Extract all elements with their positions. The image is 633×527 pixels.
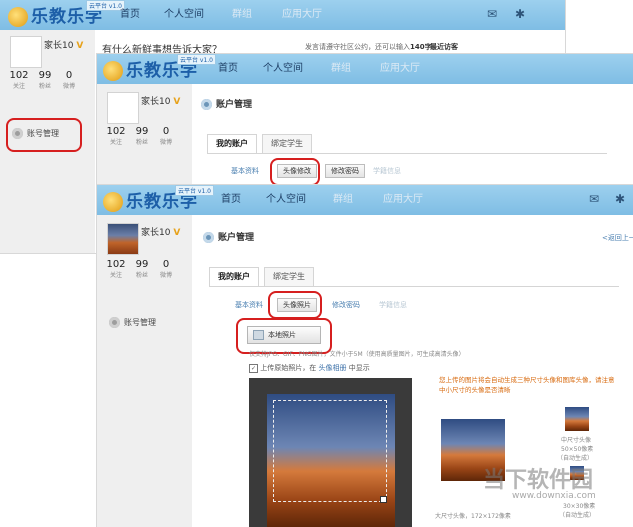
subtab-basic-info[interactable]: 基本资料 — [235, 300, 263, 310]
nav-personal[interactable]: 个人空间 — [266, 185, 306, 215]
stat-fans[interactable]: 99 粉丝 — [129, 126, 155, 146]
original-photo-option: ✓ 上传原始照片，在 头像相册 中显示 — [249, 363, 370, 373]
nav-apps[interactable]: 应用大厅 — [380, 54, 420, 84]
screenshot-layer-2: 乐教乐学 云平台 v1.0 首页 个人空间 群组 应用大厅 家长10 V 102… — [97, 54, 633, 190]
stat-fans[interactable]: 99 粉丝 — [32, 70, 58, 90]
nav-home[interactable]: 首页 — [221, 185, 241, 215]
highlight-circle-account — [6, 118, 82, 152]
sidebar: 家长10 V 102 关注 99 粉丝 0 微博 账号管理 — [97, 215, 192, 527]
logo-emblem-icon — [103, 61, 123, 81]
stat-posts[interactable]: 0 微博 — [153, 126, 179, 146]
top-nav-bar: 乐教乐学 云平台 v1.0 首页 个人空间 群组 应用大厅 ✉ ✱ — [0, 0, 565, 30]
version-badge: 云平台 v1.0 — [175, 185, 215, 196]
subtab-change-password[interactable]: 修改密码 — [325, 164, 365, 178]
stat-fans[interactable]: 99 粉丝 — [129, 259, 155, 279]
tab-bind-student[interactable]: 绑定学生 — [264, 267, 314, 287]
stat-posts[interactable]: 0 微博 — [56, 70, 82, 90]
tab-bind-student[interactable]: 绑定学生 — [262, 134, 312, 154]
vip-badge: V — [173, 97, 181, 107]
subtab-student-info[interactable]: 学籍信息 — [373, 166, 401, 176]
mail-icon[interactable]: ✉ — [589, 193, 603, 205]
tab-divider — [207, 153, 607, 154]
original-photo-checkbox[interactable]: ✓ — [249, 363, 258, 373]
stat-posts[interactable]: 0 微博 — [153, 259, 179, 279]
user-name[interactable]: 家长10 V — [141, 225, 180, 238]
vip-badge: V — [76, 41, 84, 51]
avatar[interactable] — [107, 223, 139, 255]
stat-following[interactable]: 102 关注 — [6, 70, 32, 90]
medium-avatar-caption: 中尺寸头像 — [561, 437, 592, 444]
account-settings-icon — [203, 232, 214, 243]
subtab-student-info[interactable]: 学籍信息 — [379, 300, 407, 310]
photo-crop-area[interactable] — [249, 378, 412, 527]
user-name[interactable]: 家长10 V — [141, 94, 180, 107]
small-avatar-size: 30×30像素 — [563, 503, 596, 510]
logo-emblem-icon — [8, 7, 28, 27]
gear-icon — [109, 317, 120, 328]
page-title: 账户管理 — [203, 230, 254, 243]
tab-my-account[interactable]: 我的账户 — [209, 267, 259, 287]
back-link[interactable]: <返回上一 — [602, 233, 633, 243]
version-badge: 云平台 v1.0 — [177, 54, 217, 65]
nav-apps[interactable]: 应用大厅 — [383, 185, 423, 215]
crop-resize-handle[interactable] — [380, 496, 387, 503]
mail-icon[interactable]: ✉ — [487, 8, 501, 20]
highlight-circle-avatar-photo — [268, 291, 322, 319]
stat-following[interactable]: 102 关注 — [103, 259, 129, 279]
account-settings-icon — [201, 99, 212, 110]
nav-group[interactable]: 群组 — [232, 0, 252, 30]
preview-description: 您上传的图片将会自动生成三种尺寸头像和图库头像，请注意中小尺寸的头像是否清晰 — [439, 376, 615, 394]
tab-divider — [209, 286, 619, 287]
nav-apps[interactable]: 应用大厅 — [282, 0, 322, 30]
avatar[interactable] — [10, 36, 42, 68]
top-nav-bar: 乐教乐学 云平台 v1.0 首页 个人空间 群组 应用大厅 — [97, 54, 633, 84]
user-name[interactable]: 家长10 V — [44, 38, 83, 51]
upload-hint: 仅支持JPG、GIF、PNG图片，文件小于5M（使用高质量图片，可生成高清头像） — [249, 351, 465, 358]
nav-personal[interactable]: 个人空间 — [164, 0, 204, 30]
stat-following[interactable]: 102 关注 — [103, 126, 129, 146]
crop-selection-box[interactable] — [273, 400, 387, 502]
logo-emblem-icon — [103, 192, 123, 212]
large-avatar-caption: 大尺寸头像，172×172像素 — [435, 513, 511, 520]
nav-home[interactable]: 首页 — [120, 0, 140, 30]
watermark-url: www.downxia.com — [512, 491, 596, 501]
sidebar-item-account[interactable]: 账号管理 — [109, 317, 156, 328]
nav-group[interactable]: 群组 — [333, 185, 353, 215]
page-title: 账户管理 — [201, 97, 252, 110]
nav-personal[interactable]: 个人空间 — [263, 54, 303, 84]
sidebar: 家长10 V 102 关注 99 粉丝 0 微博 — [97, 84, 192, 190]
recent-visitors[interactable]: 最近访客 — [430, 42, 458, 52]
medium-avatar-size: 50×50像素 — [561, 446, 594, 453]
vip-badge: V — [173, 228, 181, 238]
post-notice: 发言请遵守社区公约，还可以输入140字 — [305, 43, 432, 51]
avatar-album-link[interactable]: 头像相册 — [318, 364, 346, 372]
medium-avatar-auto: （自动生成） — [557, 455, 594, 462]
gear-icon[interactable]: ✱ — [515, 8, 529, 20]
medium-avatar-preview — [565, 407, 589, 431]
highlight-circle-avatar-edit — [270, 158, 320, 186]
avatar[interactable] — [107, 92, 139, 124]
watermark-text: 当下软件园 — [483, 468, 594, 493]
top-nav-bar: 乐教乐学 云平台 v1.0 首页 个人空间 群组 应用大厅 ✉ ✱ — [97, 185, 633, 215]
nav-home[interactable]: 首页 — [218, 54, 238, 84]
gear-icon[interactable]: ✱ — [615, 193, 629, 205]
subtab-change-password[interactable]: 修改密码 — [332, 300, 360, 310]
small-avatar-auto: （自动生成） — [559, 512, 596, 519]
tab-my-account[interactable]: 我的账户 — [207, 134, 257, 154]
subtab-basic-info[interactable]: 基本资料 — [231, 166, 259, 176]
nav-group[interactable]: 群组 — [331, 54, 351, 84]
